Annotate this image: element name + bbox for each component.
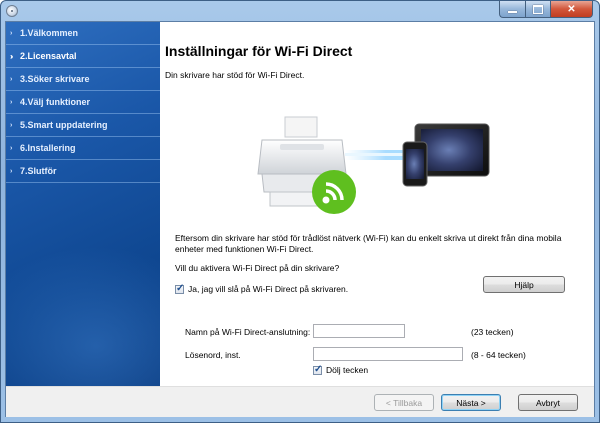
sidebar-item-valkommen: › 1.Välkommen	[6, 22, 160, 45]
sidebar-item-label: 2.Licensavtal	[20, 51, 77, 61]
sidebar-item-label: 7.Slutför	[20, 166, 57, 176]
next-button[interactable]: Nästa >	[441, 394, 501, 411]
description-text: Eftersom din skrivare har stöd för trådl…	[175, 233, 562, 254]
chevron-right-icon: ›	[10, 29, 13, 37]
hide-characters-row[interactable]: ✓ Dölj tecken	[313, 363, 369, 375]
password-input[interactable]	[313, 347, 463, 361]
main-panel: Inställningar för Wi-Fi Direct Din skriv…	[160, 22, 594, 386]
cancel-button[interactable]: Avbryt	[518, 394, 578, 411]
enable-question: Vill du aktivera Wi-Fi Direct på din skr…	[175, 263, 340, 273]
maximize-button[interactable]	[525, 1, 550, 18]
enable-wifi-direct-row[interactable]: ✓ Ja, jag vill slå på Wi-Fi Direct på sk…	[175, 282, 349, 294]
sidebar-item-slutfor: › 7.Slutför	[6, 160, 160, 183]
checkmark-icon: ✓	[314, 363, 323, 375]
double-chevron-right-icon: ››	[10, 51, 13, 61]
disc-icon	[6, 5, 18, 17]
page-subtitle: Din skrivare har stöd för Wi-Fi Direct.	[165, 70, 305, 80]
smartphone-icon	[402, 141, 428, 187]
password-hint: (8 - 64 tecken)	[471, 350, 526, 360]
sidebar-item-installering: › 6.Installering	[6, 137, 160, 160]
maximize-icon	[533, 4, 543, 14]
wifi-direct-name-label: Namn på Wi-Fi Direct-anslutning:	[185, 327, 311, 337]
steps-sidebar: › 1.Välkommen ›› 2.Licensavtal › 3.Söker…	[6, 22, 160, 386]
sidebar-item-licensavtal: ›› 2.Licensavtal	[6, 45, 160, 68]
sidebar-item-label: 3.Söker skrivare	[20, 74, 90, 84]
checkmark-icon: ✓	[176, 282, 185, 294]
help-button[interactable]: Hjälp	[483, 276, 565, 293]
sidebar-item-label: 1.Välkommen	[20, 28, 79, 38]
dialog-content: › 1.Välkommen ›› 2.Licensavtal › 3.Söker…	[5, 21, 595, 417]
sidebar-item-valj-funktioner: › 4.Välj funktioner	[6, 91, 160, 114]
sidebar-item-label: 6.Installering	[20, 143, 76, 153]
sidebar-item-soker-skrivare: › 3.Söker skrivare	[6, 68, 160, 91]
hide-characters-label: Dölj tecken	[326, 365, 369, 375]
sidebar-item-label: 4.Välj funktioner	[20, 97, 91, 107]
chevron-right-icon: ›	[10, 144, 13, 152]
wifi-direct-name-input[interactable]	[313, 324, 405, 338]
chevron-right-icon: ›	[10, 98, 13, 106]
footer-bar: < Tillbaka Nästa > Avbryt	[6, 386, 594, 417]
enable-wifi-direct-label: Ja, jag vill slå på Wi-Fi Direct på skri…	[188, 284, 349, 294]
close-icon: ✕	[567, 3, 576, 15]
minimize-icon	[508, 11, 517, 13]
minimize-button[interactable]	[499, 1, 525, 18]
chevron-right-icon: ›	[10, 121, 13, 129]
enable-wifi-direct-checkbox[interactable]: ✓	[175, 282, 185, 294]
hide-characters-checkbox[interactable]: ✓	[313, 363, 323, 375]
password-label: Lösenord, inst.	[185, 350, 241, 360]
sidebar-item-smart-uppdatering: › 5.Smart uppdatering	[6, 114, 160, 137]
back-button[interactable]: < Tillbaka	[374, 394, 434, 411]
chevron-right-icon: ›	[10, 75, 13, 83]
wifi-icon	[312, 170, 356, 214]
wifi-direct-name-hint: (23 tecken)	[471, 327, 514, 337]
close-button[interactable]: ✕	[550, 1, 593, 18]
sidebar-item-label: 5.Smart uppdatering	[20, 120, 108, 130]
chevron-right-icon: ›	[10, 167, 13, 175]
title-bar[interactable]: ✕	[1, 1, 599, 21]
installer-window: ✕ › 1.Välkommen ›› 2.Licensavtal › 3.Sök…	[0, 0, 600, 423]
page-title: Inställningar för Wi-Fi Direct	[165, 43, 353, 59]
caption-buttons: ✕	[499, 1, 593, 19]
wifi-direct-illustration	[257, 116, 490, 214]
